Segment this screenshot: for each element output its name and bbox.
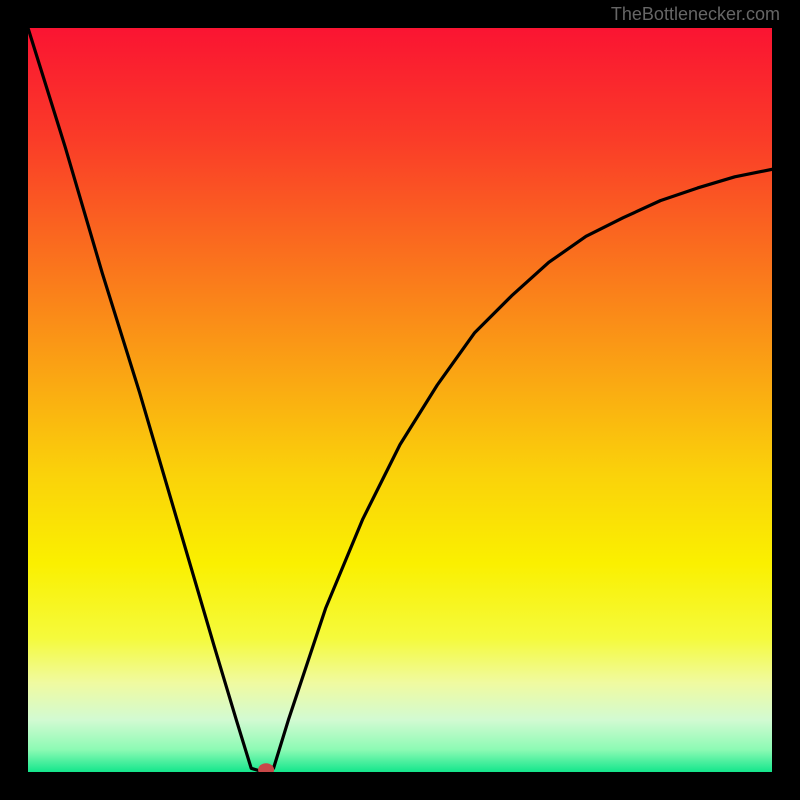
chart-frame: [28, 28, 772, 772]
gradient-background: [28, 28, 772, 772]
chart-svg: [28, 28, 772, 772]
watermark-text: TheBottlenecker.com: [611, 4, 780, 25]
chart-area: [28, 28, 772, 772]
